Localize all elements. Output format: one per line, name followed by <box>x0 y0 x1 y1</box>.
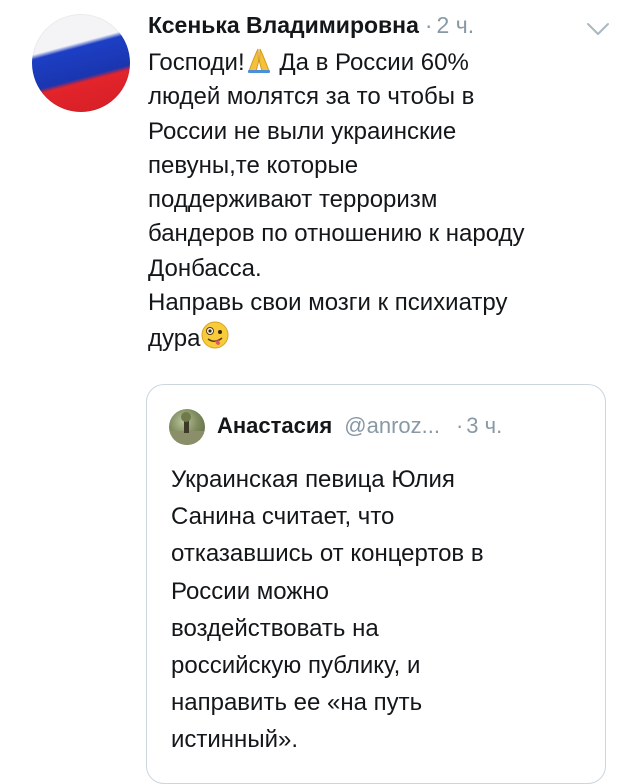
quoted-tweet-text: Украинская певица Юлия Санина считает, ч… <box>171 461 591 759</box>
quoted-time-separator: · <box>455 413 464 438</box>
quoted-line: истинный». <box>171 726 298 754</box>
time-separator: · <box>424 12 433 38</box>
tweet-time[interactable]: 2 ч. <box>437 12 475 39</box>
quoted-line: российскую публику, и <box>171 652 421 680</box>
author-avatar[interactable] <box>32 14 130 112</box>
folded-hands-emoji-icon <box>247 48 270 73</box>
quoted-header: Анастасия @anroz... · 3 ч. <box>217 413 502 439</box>
quoted-line: Украинская певица Юлия <box>171 466 455 493</box>
tweet-line: дура <box>148 320 618 356</box>
quoted-line: Санина считает, что <box>171 503 395 531</box>
tweet-line: России не выли украинские <box>148 117 457 145</box>
quoted-tweet-card[interactable]: Анастасия @anroz... · 3 ч. Украинская пе… <box>146 384 606 784</box>
quoted-line: воздействовать на <box>171 614 379 642</box>
tweet-line: Донбасса. <box>148 254 262 282</box>
quoted-author-name[interactable]: Анастасия <box>217 413 332 439</box>
tweet-line: поддерживают терроризм <box>148 186 438 214</box>
tweet-line: Господи! Да в России 60% <box>148 46 618 80</box>
quoted-author-handle[interactable]: @anroz... <box>344 413 440 439</box>
tweet-line: певуны,те которые <box>148 151 359 179</box>
author-name[interactable]: Ксенька Владимировна <box>148 12 419 39</box>
quoted-line: отказавшись от концертов в <box>171 540 484 568</box>
quoted-line: направить ее «на путь <box>171 689 423 717</box>
tweet-line: бандеров по отношению к народу <box>148 220 525 248</box>
tweet-line: Направь свои мозги к психиатру <box>148 289 508 317</box>
chevron-down-icon[interactable] <box>586 22 610 36</box>
quoted-tweet-time[interactable]: 3 ч. <box>466 413 502 439</box>
tweet-text: Господи! Да в России 60% людей молятся з… <box>148 46 618 357</box>
tweet-line: людей молятся за то чтобы в <box>148 83 475 111</box>
tweet-header: Ксенька Владимировна · 2 ч. <box>148 12 474 46</box>
zany-face-emoji-icon <box>201 321 229 349</box>
quoted-line: России можно <box>171 577 330 605</box>
quoted-author-avatar[interactable] <box>169 409 205 445</box>
